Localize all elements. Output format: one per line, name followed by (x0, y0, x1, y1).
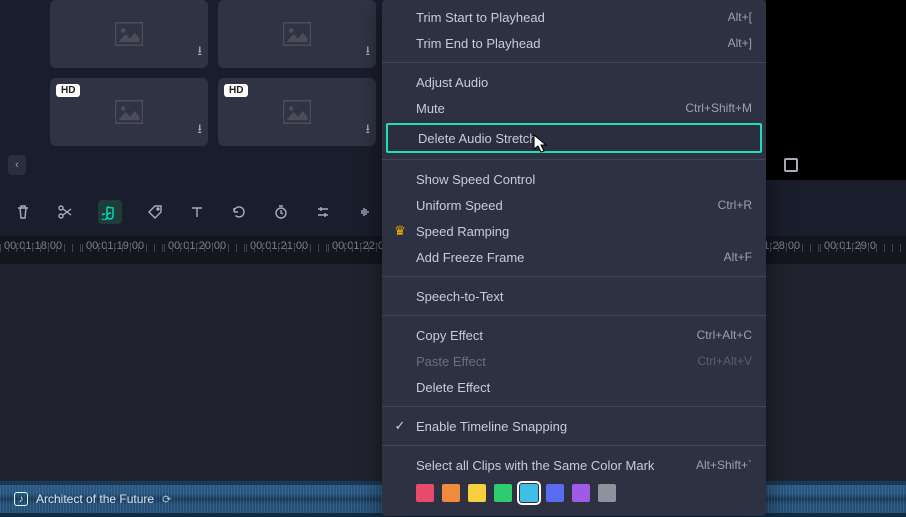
color-swatch[interactable] (468, 484, 486, 502)
image-placeholder-icon (115, 22, 143, 46)
ruler-timestamp: 00:01:18:00 (0, 236, 82, 252)
media-panel: ⭳ ⭳ HD ⭳ HD ⭳ (0, 0, 385, 180)
media-thumbnail[interactable]: ⭳ (50, 0, 208, 68)
menu-item-label: Trim Start to Playhead (416, 10, 545, 25)
sound-mix-icon[interactable] (356, 203, 374, 221)
menu-item-label: Delete Audio Stretch (418, 131, 537, 146)
hd-badge: HD (224, 84, 248, 97)
ruler-timestamp: 00:01:21:00 (246, 236, 328, 252)
scissors-icon[interactable] (56, 203, 74, 221)
download-icon[interactable]: ⭳ (197, 42, 202, 64)
hd-badge: HD (56, 84, 80, 97)
menu-separator (382, 276, 766, 277)
menu-item-label: Add Freeze Frame (416, 250, 524, 265)
menu-item[interactable]: ♛ Speed Ramping (382, 218, 766, 244)
menu-item[interactable]: Show Speed Control (382, 166, 766, 192)
menu-item-label: Select all Clips with the Same Color Mar… (416, 458, 654, 473)
menu-item[interactable]: Copy Effect Ctrl+Alt+C (382, 322, 766, 348)
image-placeholder-icon (283, 100, 311, 124)
menu-item-label: Speech-to-Text (416, 289, 503, 304)
menu-item-label: Show Speed Control (416, 172, 535, 187)
tag-icon[interactable] (146, 203, 164, 221)
menu-item-shortcut: Alt+F (724, 250, 752, 264)
menu-item[interactable]: Select all Clips with the Same Color Mar… (382, 452, 766, 478)
menu-item-label: Enable Timeline Snapping (416, 419, 567, 434)
menu-item[interactable]: Add Freeze Frame Alt+F (382, 244, 766, 270)
loop-icon: ⟳ (162, 493, 171, 506)
menu-item[interactable]: Trim Start to Playhead Alt+[ (382, 4, 766, 30)
timeline-toolbar (14, 200, 374, 224)
color-swatch[interactable] (546, 484, 564, 502)
menu-item-label: Paste Effect (416, 354, 486, 369)
menu-item-shortcut: Alt+] (728, 36, 752, 50)
ruler-timestamp: 00:01:29:0 (820, 236, 902, 252)
menu-item[interactable]: Trim End to Playhead Alt+] (382, 30, 766, 56)
menu-item-label: Speed Ramping (416, 224, 509, 239)
menu-item-label: Delete Effect (416, 380, 490, 395)
menu-item-label: Trim End to Playhead (416, 36, 541, 51)
menu-separator (382, 62, 766, 63)
media-thumbnail[interactable]: HD ⭳ (50, 78, 208, 146)
color-swatch[interactable] (598, 484, 616, 502)
color-swatch[interactable] (494, 484, 512, 502)
menu-separator (382, 315, 766, 316)
sliders-icon[interactable] (314, 203, 332, 221)
menu-item[interactable]: Mute Ctrl+Shift+M (382, 95, 766, 121)
download-icon[interactable]: ⭳ (365, 120, 370, 142)
color-swatch[interactable] (520, 484, 538, 502)
audio-clip-label: Architect of the Future (36, 492, 154, 506)
menu-separator (382, 445, 766, 446)
ruler-timestamp: 00:01:19:00 (82, 236, 164, 252)
media-thumbnail[interactable]: HD ⭳ (218, 78, 376, 146)
trash-icon[interactable] (14, 203, 32, 221)
ruler-timestamp: 00:01:20:00 (164, 236, 246, 252)
download-icon[interactable]: ⭳ (365, 42, 370, 64)
music-note-icon: ♪ (14, 492, 28, 506)
menu-separator (382, 406, 766, 407)
color-swatch[interactable] (442, 484, 460, 502)
download-icon[interactable]: ⭳ (197, 120, 202, 142)
menu-item[interactable]: Delete Effect (382, 374, 766, 400)
menu-item[interactable]: Speech-to-Text (382, 283, 766, 309)
menu-item-label: Uniform Speed (416, 198, 503, 213)
menu-item[interactable]: Adjust Audio (382, 69, 766, 95)
crown-icon: ♛ (392, 223, 408, 239)
menu-item-label: Adjust Audio (416, 75, 488, 90)
fullscreen-icon[interactable] (784, 158, 798, 172)
menu-item[interactable]: ✓ Enable Timeline Snapping (382, 413, 766, 439)
menu-item-shortcut: Ctrl+Shift+M (685, 101, 752, 115)
rotate-icon[interactable] (230, 203, 248, 221)
media-thumbnail[interactable]: ⭳ (218, 0, 376, 68)
collapse-panel-button[interactable]: ‹ (8, 155, 26, 175)
timer-icon[interactable] (272, 203, 290, 221)
menu-item[interactable]: Delete Audio Stretch (386, 123, 762, 153)
image-placeholder-icon (115, 100, 143, 124)
menu-item[interactable]: Uniform Speed Ctrl+R (382, 192, 766, 218)
video-preview (766, 0, 906, 180)
menu-item-shortcut: Ctrl+Alt+V (697, 354, 752, 368)
image-placeholder-icon (283, 22, 311, 46)
menu-item-shortcut: Alt+[ (728, 10, 752, 24)
menu-item-shortcut: Alt+Shift+` (696, 458, 752, 472)
menu-item-shortcut: Ctrl+Alt+C (697, 328, 752, 342)
color-swatch-row (382, 478, 766, 506)
menu-item-label: Copy Effect (416, 328, 483, 343)
check-icon: ✓ (392, 418, 408, 434)
color-swatch[interactable] (572, 484, 590, 502)
menu-item-shortcut: Ctrl+R (718, 198, 752, 212)
menu-separator (382, 159, 766, 160)
chevron-left-icon: ‹ (15, 159, 19, 171)
audio-stretch-icon[interactable] (98, 200, 122, 224)
text-icon[interactable] (188, 203, 206, 221)
color-swatch[interactable] (416, 484, 434, 502)
menu-item: Paste Effect Ctrl+Alt+V (382, 348, 766, 374)
context-menu: Trim Start to Playhead Alt+[ Trim End to P… (382, 0, 766, 516)
menu-item-label: Mute (416, 101, 445, 116)
